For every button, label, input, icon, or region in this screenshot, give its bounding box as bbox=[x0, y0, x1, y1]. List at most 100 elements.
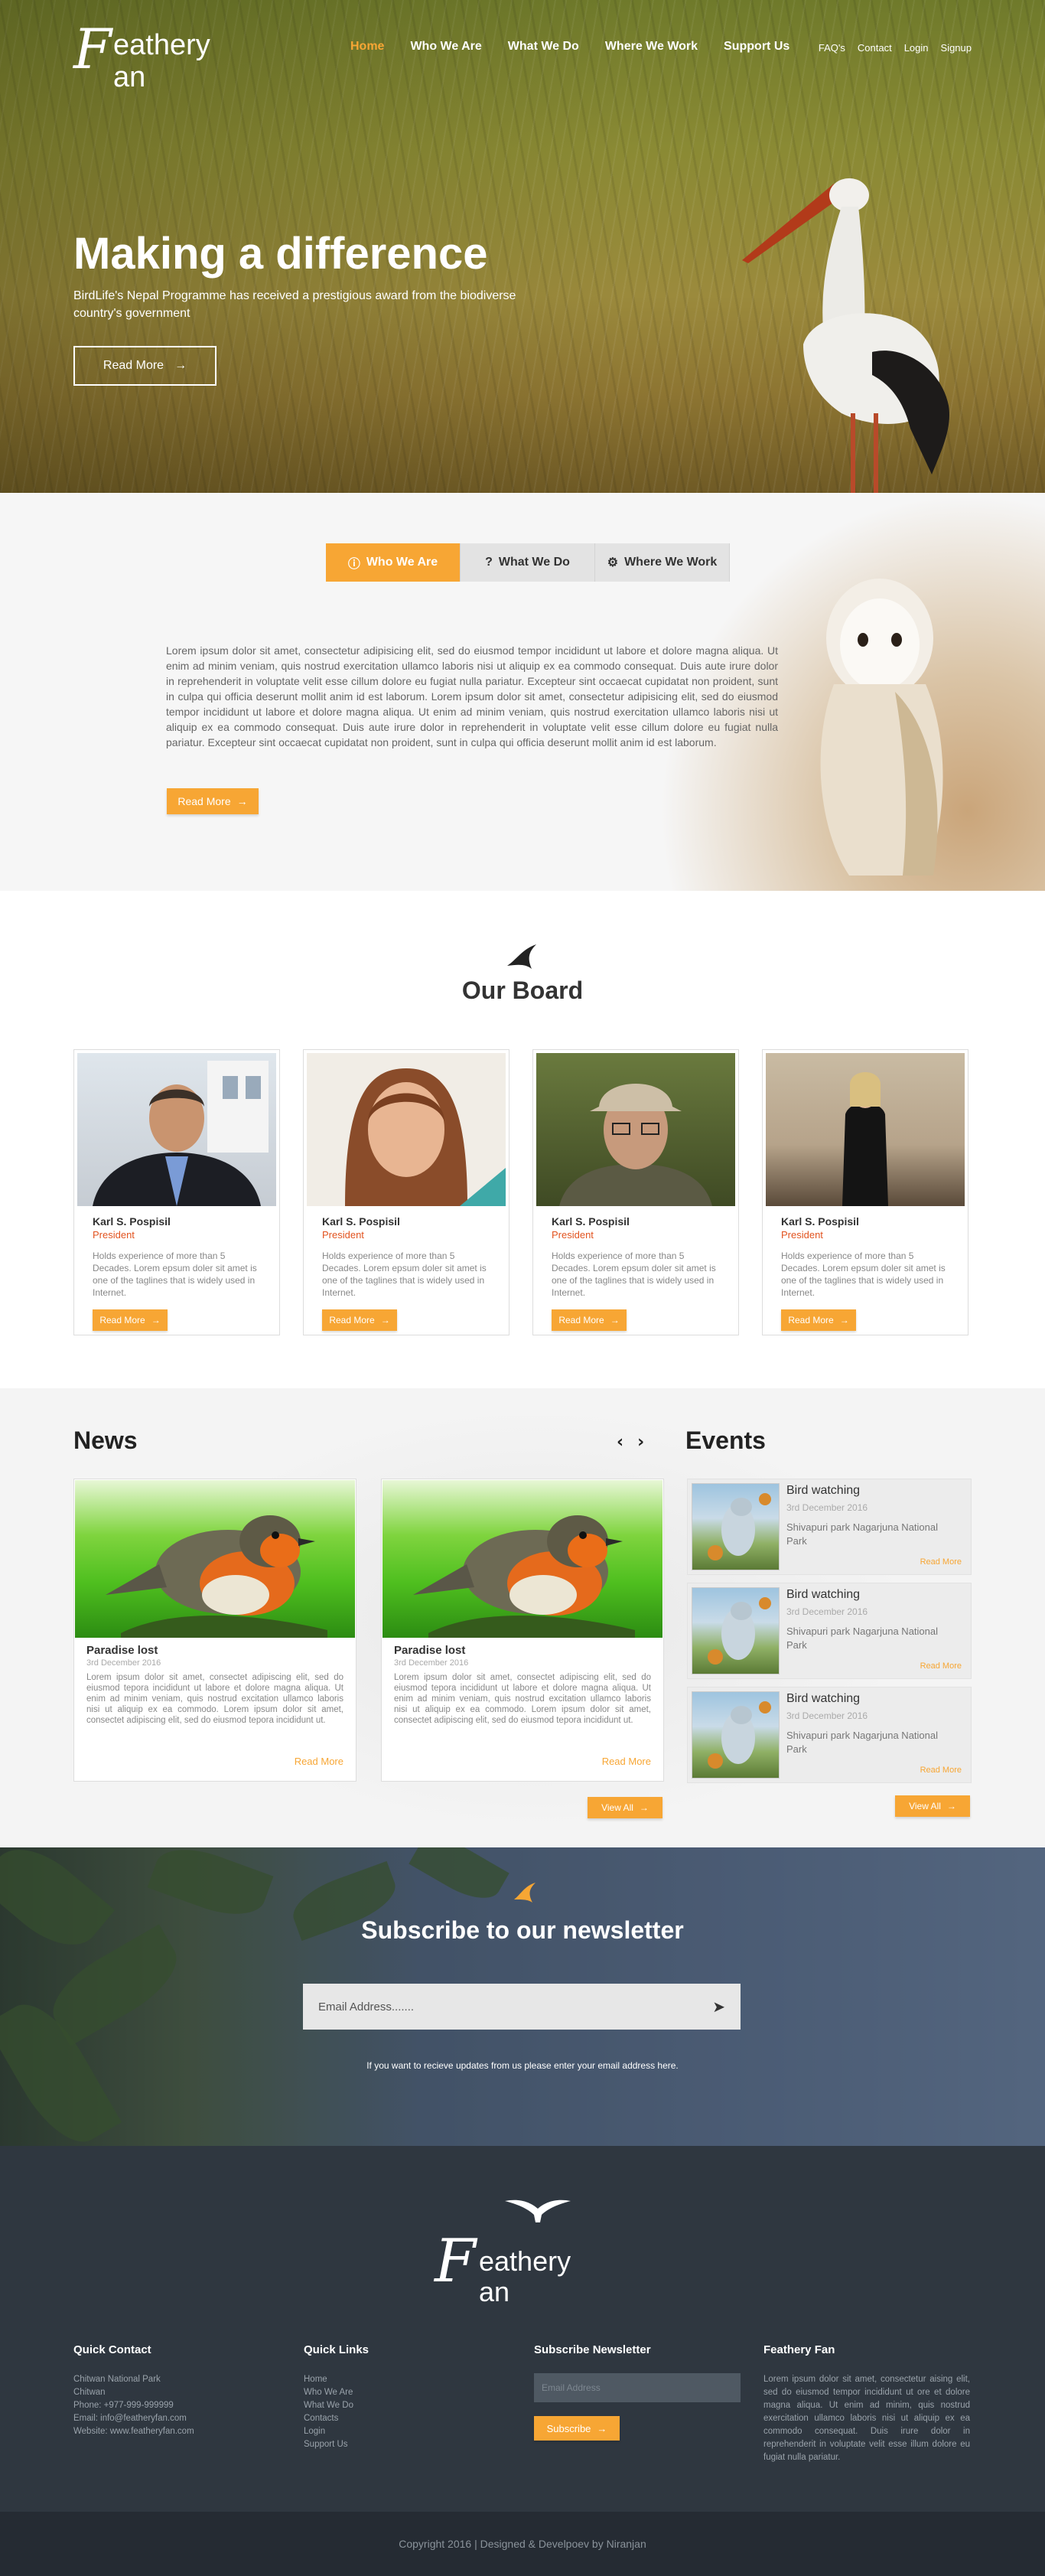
event-title: Bird watching bbox=[786, 1588, 861, 1601]
event-read-more-link[interactable]: Read More bbox=[920, 1557, 962, 1567]
arrow-right-icon: → bbox=[610, 1315, 620, 1325]
arrow-right-icon: → bbox=[174, 359, 187, 372]
footer-link-support-us[interactable]: Support Us bbox=[304, 2438, 510, 2451]
swallow-icon bbox=[514, 1883, 536, 1903]
arrow-right-icon: → bbox=[151, 1315, 161, 1325]
footer-link-what-we-do[interactable]: What We Do bbox=[304, 2399, 510, 2412]
member-read-more-button[interactable]: Read More → bbox=[322, 1309, 397, 1331]
event-thumbnail bbox=[692, 1483, 780, 1570]
about-section: ⓘ Who We Are ? What We Do ⚙ Where We Wor… bbox=[0, 493, 1045, 891]
arrow-right-icon: → bbox=[597, 2422, 607, 2434]
arrow-right-icon: → bbox=[839, 1315, 849, 1325]
footer-about: Feathery Fan Lorem ipsum dolor sit amet,… bbox=[763, 2343, 970, 2462]
arrow-right-icon: → bbox=[236, 795, 248, 807]
footer-subscribe-button[interactable]: Subscribe → bbox=[534, 2416, 620, 2441]
member-name: Karl S. Pospisil bbox=[552, 1215, 630, 1228]
member-read-more-button[interactable]: Read More → bbox=[552, 1309, 627, 1331]
news-card: Paradise lost 3rd December 2016 Lorem ip… bbox=[381, 1479, 664, 1782]
send-icon[interactable]: ➤ bbox=[712, 1997, 725, 2016]
footer-link-home[interactable]: Home bbox=[304, 2373, 510, 2386]
eagle-icon bbox=[505, 2199, 571, 2222]
nav-item-where-we-work[interactable]: Where We Work bbox=[605, 40, 698, 54]
board-card: Karl S. Pospisil President Holds experie… bbox=[303, 1049, 509, 1335]
hero-subtitle: BirdLife's Nepal Programme has received … bbox=[73, 289, 516, 320]
board-title: Our Board bbox=[461, 977, 584, 1004]
event-thumbnail bbox=[692, 1587, 780, 1674]
owl-image bbox=[820, 579, 943, 876]
event-read-more-link[interactable]: Read More bbox=[920, 1766, 962, 1775]
about-read-more-button[interactable]: Read More → bbox=[167, 788, 259, 814]
member-photo bbox=[307, 1053, 506, 1206]
event-item: Bird watching 3rd December 2016 Shivapur… bbox=[687, 1687, 972, 1783]
footer-email-input[interactable] bbox=[534, 2373, 741, 2402]
events-title: Events bbox=[685, 1427, 766, 1454]
member-desc: Holds experience of more than 5 Decades.… bbox=[322, 1251, 487, 1298]
event-read-more-link[interactable]: Read More bbox=[920, 1661, 962, 1671]
nav-item-what-we-do[interactable]: What We Do bbox=[508, 40, 579, 54]
tab-what-we-do[interactable]: ? What We Do bbox=[461, 543, 595, 582]
event-thumbnail bbox=[692, 1691, 780, 1779]
event-item: Bird watching 3rd December 2016 Shivapur… bbox=[687, 1479, 972, 1575]
news-events-section: News ‹ › Events Paradise lost 3rd Decemb… bbox=[0, 1388, 1045, 1847]
member-read-more-button[interactable]: Read More → bbox=[781, 1309, 856, 1331]
robin-image bbox=[75, 1480, 355, 1638]
tab-who-we-are[interactable]: ⓘ Who We Are bbox=[326, 543, 461, 582]
board-card: Karl S. Pospisil President Holds experie… bbox=[762, 1049, 968, 1335]
event-location: Shivapuri park Nagarjuna National Park bbox=[786, 1625, 939, 1651]
event-location: Shivapuri park Nagarjuna National Park bbox=[786, 1521, 939, 1547]
subscribe-form: ➤ bbox=[303, 1984, 741, 2030]
info-circle-icon: ⓘ bbox=[347, 558, 360, 571]
event-item: Bird watching 3rd December 2016 Shivapur… bbox=[687, 1583, 972, 1679]
news-carousel-controls: ‹ › bbox=[617, 1433, 644, 1452]
event-date: 3rd December 2016 bbox=[786, 1710, 868, 1721]
nav-link-login[interactable]: Login bbox=[904, 42, 929, 54]
news-card: Paradise lost 3rd December 2016 Lorem ip… bbox=[73, 1479, 356, 1782]
member-photo bbox=[77, 1053, 276, 1206]
events-view-all-button[interactable]: View All → bbox=[895, 1795, 970, 1817]
member-role: President bbox=[93, 1229, 135, 1241]
event-title: Bird watching bbox=[786, 1484, 861, 1497]
subscribe-email-input[interactable] bbox=[318, 2000, 713, 2014]
gear-icon: ⚙ bbox=[607, 556, 619, 569]
member-read-more-button[interactable]: Read More → bbox=[93, 1309, 168, 1331]
robin-image bbox=[383, 1480, 662, 1638]
footer-quick-links: Quick Links Home Who We Are What We Do C… bbox=[304, 2343, 510, 2451]
hero-read-more-button[interactable]: Read More → bbox=[73, 346, 216, 386]
footer-link-login[interactable]: Login bbox=[304, 2425, 510, 2438]
member-role: President bbox=[781, 1229, 823, 1241]
nav-item-home[interactable]: Home bbox=[350, 40, 384, 54]
member-photo bbox=[536, 1053, 735, 1206]
footer-link-who-we-are[interactable]: Who We Are bbox=[304, 2386, 510, 2399]
copyright-bar: Copyright 2016 | Designed & Develpoev by… bbox=[0, 2512, 1045, 2576]
board-cards: Karl S. Pospisil President Holds experie… bbox=[73, 1049, 968, 1335]
chevron-right-icon[interactable]: › bbox=[637, 1433, 644, 1452]
footer-link-contacts[interactable]: Contacts bbox=[304, 2412, 510, 2425]
nav-item-who-we-are[interactable]: Who We Are bbox=[410, 40, 481, 54]
member-desc: Holds experience of more than 5 Decades.… bbox=[552, 1251, 716, 1298]
member-name: Karl S. Pospisil bbox=[781, 1215, 859, 1228]
event-title: Bird watching bbox=[786, 1692, 861, 1705]
tab-where-we-work[interactable]: ⚙ Where We Work bbox=[595, 543, 730, 582]
news-title: News bbox=[73, 1427, 138, 1454]
news-view-all-button[interactable]: View All → bbox=[588, 1797, 662, 1818]
member-name: Karl S. Pospisil bbox=[93, 1215, 171, 1228]
news-read-more-link[interactable]: Read More bbox=[602, 1756, 651, 1767]
news-title-text: Paradise lost bbox=[86, 1644, 158, 1657]
nav-link-signup[interactable]: Signup bbox=[941, 42, 972, 54]
stork-image bbox=[742, 178, 949, 493]
nav-item-support-us[interactable]: Support Us bbox=[724, 40, 789, 54]
arrow-right-icon: → bbox=[639, 1802, 649, 1813]
board-card: Karl S. Pospisil President Holds experie… bbox=[532, 1049, 739, 1335]
event-location: Shivapuri park Nagarjuna National Park bbox=[786, 1730, 939, 1755]
arrow-right-icon: → bbox=[946, 1801, 956, 1811]
footer-logo[interactable]: F eathery an bbox=[435, 2192, 610, 2314]
chevron-left-icon[interactable]: ‹ bbox=[617, 1433, 623, 1452]
member-role: President bbox=[552, 1229, 594, 1241]
about-text: Lorem ipsum dolor sit amet, consectetur … bbox=[166, 644, 778, 748]
nav-link-faqs[interactable]: FAQ's bbox=[819, 42, 845, 54]
subscribe-note: If you want to recieve updates from us p… bbox=[366, 2060, 679, 2071]
member-desc: Holds experience of more than 5 Decades.… bbox=[781, 1251, 946, 1298]
nav-link-contact[interactable]: Contact bbox=[858, 42, 892, 54]
news-read-more-link[interactable]: Read More bbox=[295, 1756, 343, 1767]
swallow-icon bbox=[507, 944, 536, 969]
